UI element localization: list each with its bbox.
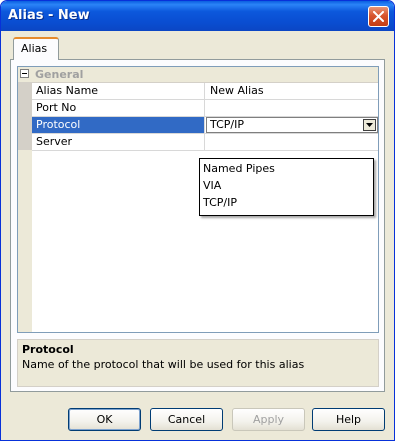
dropdown-option-via[interactable]: VIA: [200, 178, 373, 195]
close-button[interactable]: [368, 6, 389, 27]
property-row-alias-name[interactable]: Alias Name New Alias: [32, 83, 378, 100]
tab-alias-label: Alias: [21, 42, 48, 55]
protocol-select[interactable]: TCP/IP: [206, 117, 378, 133]
port-no-value[interactable]: [206, 100, 378, 116]
tab-panel: General Alias Name New Alias Port No Pro…: [10, 59, 385, 392]
tab-alias[interactable]: Alias: [13, 37, 59, 60]
alias-name-value[interactable]: New Alias: [206, 83, 378, 99]
cancel-button[interactable]: Cancel: [150, 408, 223, 431]
property-name: Protocol: [32, 117, 205, 133]
category-label: General: [35, 68, 84, 81]
dialog-window: Alias - New Alias General Alias Name New…: [0, 0, 395, 441]
dropdown-option-named-pipes[interactable]: Named Pipes: [200, 161, 373, 178]
property-name: Alias Name: [32, 83, 205, 99]
chevron-down-icon: [366, 123, 373, 127]
server-value[interactable]: [206, 134, 378, 150]
property-name: Port No: [32, 100, 205, 116]
description-pane: Protocol Name of the protocol that will …: [17, 339, 379, 387]
dropdown-button[interactable]: [363, 119, 376, 131]
property-row-protocol[interactable]: Protocol TCP/IP: [32, 117, 378, 134]
protocol-dropdown-list: Named Pipes VIA TCP/IP: [199, 158, 374, 216]
property-row-server[interactable]: Server: [32, 134, 378, 151]
ok-button[interactable]: OK: [68, 408, 141, 431]
close-icon: [373, 11, 384, 22]
property-row-port-no[interactable]: Port No: [32, 100, 378, 117]
help-button[interactable]: Help: [312, 408, 385, 431]
dialog-client: Alias General Alias Name New Alias Port …: [4, 31, 391, 439]
collapse-icon[interactable]: [20, 69, 29, 78]
category-row-general[interactable]: General: [18, 67, 378, 83]
property-name: Server: [32, 134, 205, 150]
title-bar[interactable]: Alias - New: [1, 1, 394, 31]
description-title: Protocol: [22, 343, 74, 356]
dropdown-option-tcpip[interactable]: TCP/IP: [200, 195, 373, 212]
description-text: Name of the protocol that will be used f…: [22, 358, 305, 371]
apply-button[interactable]: Apply: [232, 408, 305, 431]
window-title: Alias - New: [8, 8, 90, 23]
protocol-selected-value: TCP/IP: [210, 118, 244, 131]
